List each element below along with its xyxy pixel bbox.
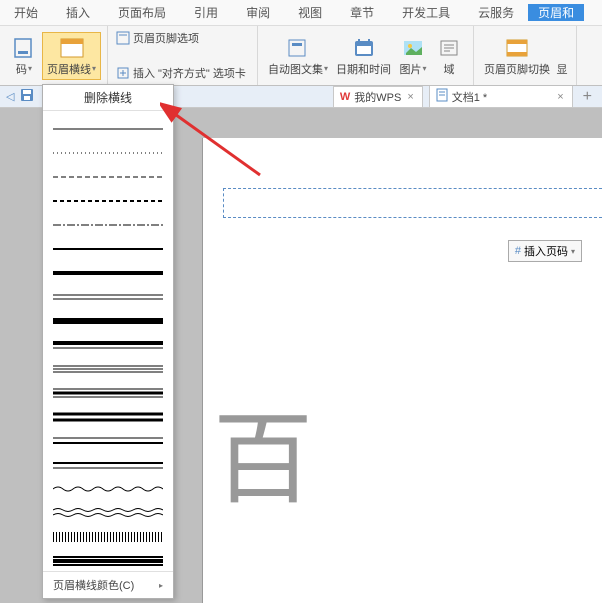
switch-icon	[503, 35, 531, 61]
back-icon[interactable]: ◁	[6, 90, 14, 103]
line-style-option[interactable]	[53, 117, 163, 141]
header-edit-region[interactable]	[223, 188, 602, 218]
document-page[interactable]: # 插入页码 ▾ 百	[202, 138, 602, 603]
line-style-option[interactable]	[53, 357, 163, 381]
menu-bar: 开始 插入 页面布局 引用 审阅 视图 章节 开发工具 云服务 页眉和	[0, 0, 602, 26]
menu-header-footer[interactable]: 页眉和	[528, 4, 584, 21]
menu-review[interactable]: 审阅	[232, 4, 284, 21]
menu-view[interactable]: 视图	[284, 4, 336, 21]
line-style-option[interactable]	[53, 189, 163, 213]
line-style-option[interactable]	[53, 477, 163, 501]
insert-page-number-button[interactable]: # 插入页码 ▾	[508, 240, 582, 262]
chevron-down-icon: ▾	[92, 64, 96, 73]
line-style-option[interactable]	[53, 549, 163, 571]
line-style-option[interactable]	[53, 213, 163, 237]
line-color-option[interactable]: 页眉横线颜色(C) ▸	[43, 571, 173, 598]
document-text: 百	[213, 378, 313, 523]
picture-button[interactable]: 图片▾	[395, 29, 431, 82]
line-style-option[interactable]	[53, 333, 163, 357]
auto-text-icon	[284, 35, 312, 61]
new-tab-button[interactable]: +	[579, 88, 596, 106]
insert-icon	[116, 66, 130, 80]
header-line-dropdown: 删除横线 页眉横线颜色(C) ▸	[42, 84, 174, 599]
header-line-button[interactable]: 页眉横线▾	[42, 32, 101, 80]
dropdown-title[interactable]: 删除横线	[43, 85, 173, 111]
line-style-option[interactable]	[53, 237, 163, 261]
line-style-option[interactable]	[53, 141, 163, 165]
line-style-option[interactable]	[53, 501, 163, 525]
tab-mywps[interactable]: W 我的WPS ×	[333, 86, 423, 108]
show-button[interactable]: 显	[554, 29, 570, 82]
picture-icon	[399, 35, 427, 61]
line-style-option[interactable]	[53, 165, 163, 189]
line-style-option[interactable]	[53, 453, 163, 477]
chevron-down-icon: ▾	[28, 64, 32, 73]
line-style-option[interactable]	[53, 285, 163, 309]
field-icon	[435, 35, 463, 61]
menu-references[interactable]: 引用	[180, 4, 232, 21]
ribbon: 码▾ 页眉横线▾ 页眉页脚选项 插入 "对齐方式" 选项卡 自动图文集▾	[0, 26, 602, 86]
tab-close-icon[interactable]: ×	[405, 91, 415, 103]
line-style-option[interactable]	[53, 309, 163, 333]
menu-start[interactable]: 开始	[0, 4, 52, 21]
wps-icon: W	[340, 91, 350, 103]
options-icon	[116, 31, 130, 45]
header-footer-switch-button[interactable]: 页眉页脚切换	[480, 29, 554, 82]
insert-alignment[interactable]: 插入 "对齐方式" 选项卡	[114, 64, 248, 82]
field-button[interactable]: 域	[431, 29, 467, 82]
menu-cloud[interactable]: 云服务	[464, 4, 528, 21]
line-style-option[interactable]	[53, 405, 163, 429]
chevron-down-icon: ▾	[571, 247, 575, 256]
tab-doc1[interactable]: 文档1 * ×	[429, 85, 573, 108]
menu-devtools[interactable]: 开发工具	[388, 4, 464, 21]
menu-insert[interactable]: 插入	[52, 4, 104, 21]
line-style-list	[43, 111, 173, 571]
menu-chapter[interactable]: 章节	[336, 4, 388, 21]
chevron-right-icon: ▸	[159, 581, 163, 590]
date-time-button[interactable]: 日期和时间	[332, 29, 395, 82]
chevron-down-icon: ▾	[423, 64, 427, 73]
save-icon[interactable]	[20, 88, 34, 105]
hash-icon: #	[515, 245, 521, 257]
calendar-icon	[350, 35, 378, 61]
line-style-option[interactable]	[53, 261, 163, 285]
menu-page-layout[interactable]: 页面布局	[104, 4, 180, 21]
header-footer-options[interactable]: 页眉页脚选项	[114, 29, 251, 47]
line-style-option[interactable]	[53, 429, 163, 453]
page-number-icon	[10, 35, 38, 61]
doc-icon	[436, 88, 448, 105]
chevron-down-icon: ▾	[324, 64, 328, 73]
tab-close-icon[interactable]: ×	[555, 91, 565, 103]
header-line-icon	[58, 35, 86, 61]
page-number-button[interactable]: 码▾	[6, 33, 42, 79]
auto-text-button[interactable]: 自动图文集▾	[264, 29, 332, 82]
show-icon	[554, 35, 570, 61]
line-style-option[interactable]	[53, 381, 163, 405]
line-style-option[interactable]	[53, 525, 163, 549]
